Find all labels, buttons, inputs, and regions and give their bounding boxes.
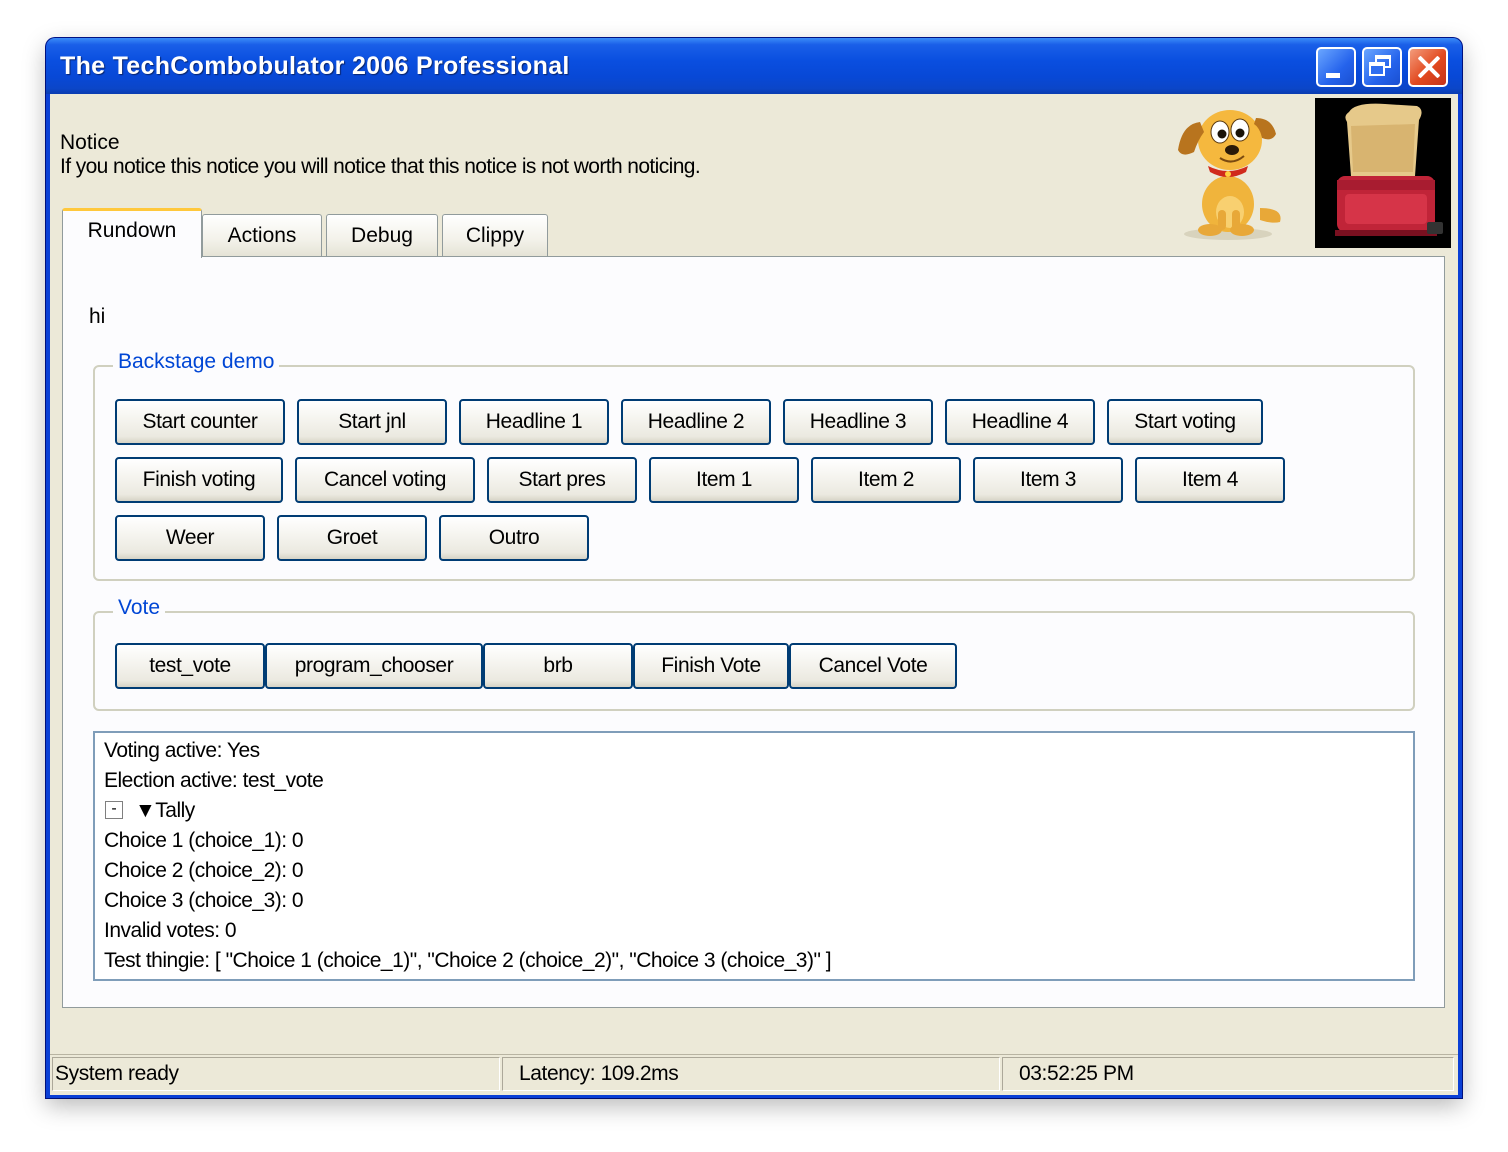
finish-vote-button[interactable]: Finish Vote [633,643,789,689]
headline-1-button[interactable]: Headline 1 [459,399,609,445]
cancel-voting-button[interactable]: Cancel voting [295,457,475,503]
invalid-votes-text: Invalid votes: 0 [104,919,237,942]
start-voting-button[interactable]: Start voting [1107,399,1263,445]
app-window: The TechCombobulator 2006 Professional N… [46,38,1462,1098]
choice-3-text: Choice 3 (choice_3): 0 [104,889,304,912]
start-counter-button[interactable]: Start counter [115,399,285,445]
cancel-vote-button[interactable]: Cancel Vote [789,643,957,689]
choice-1-text: Choice 1 (choice_1): 0 [104,829,304,852]
headline-3-button[interactable]: Headline 3 [783,399,933,445]
item-2-button[interactable]: Item 2 [811,457,961,503]
tab-debug[interactable]: Debug [326,214,438,256]
status-time: 03:52:25 PM [1002,1057,1454,1091]
client-area: Notice If you notice this notice you wil… [50,94,1458,1095]
status-state: System ready [52,1057,500,1091]
vote-legend: Vote [113,596,166,620]
minimize-button[interactable] [1316,47,1356,87]
close-button[interactable] [1408,47,1448,87]
tree-collapse-toggle[interactable]: - [105,801,123,819]
dog-mascot-icon [1178,110,1281,240]
headline-2-button[interactable]: Headline 2 [621,399,771,445]
toaster-icon [1315,98,1451,248]
status-latency: Latency: 109.2ms [502,1057,1000,1091]
brb-button[interactable]: brb [483,643,633,689]
backstage-groupbox: Backstage demo Start counter Start jnl H… [93,350,1415,581]
restore-button[interactable] [1362,47,1402,87]
start-pres-button[interactable]: Start pres [487,457,637,503]
start-jnl-button[interactable]: Start jnl [297,399,447,445]
backstage-legend: Backstage demo [113,350,280,374]
status-bar: System ready Latency: 109.2ms 03:52:25 P… [50,1054,1458,1095]
vote-groupbox: Vote test_vote program_chooser brb Finis… [93,596,1415,711]
headline-4-button[interactable]: Headline 4 [945,399,1095,445]
item-4-button[interactable]: Item 4 [1135,457,1285,503]
notice-body: If you notice this notice you will notic… [60,155,701,178]
groet-button[interactable]: Groet [277,515,427,561]
notice-title: Notice [60,131,120,154]
outro-button[interactable]: Outro [439,515,589,561]
title-bar[interactable]: The TechCombobulator 2006 Professional [46,38,1462,94]
program-chooser-button[interactable]: program_chooser [265,643,483,689]
tab-clippy[interactable]: Clippy [442,214,548,256]
tally-node[interactable]: ▼Tally [135,799,195,823]
weer-button[interactable]: Weer [115,515,265,561]
item-3-button[interactable]: Item 3 [973,457,1123,503]
tab-actions[interactable]: Actions [202,214,322,256]
test-vote-button[interactable]: test_vote [115,643,265,689]
greeting-text: hi [89,305,106,328]
election-active-text: Election active: test_vote [104,769,324,792]
rundown-panel: hi Backstage demo Start counter Start jn… [62,256,1445,1008]
choice-2-text: Choice 2 (choice_2): 0 [104,859,304,882]
finish-voting-button[interactable]: Finish voting [115,457,283,503]
vote-status-panel: Voting active: Yes Election active: test… [93,731,1415,981]
item-1-button[interactable]: Item 1 [649,457,799,503]
voting-active-text: Voting active: Yes [104,739,260,762]
tab-rundown[interactable]: Rundown [62,208,202,258]
window-title: The TechCombobulator 2006 Professional [60,52,570,80]
test-thingie-text: Test thingie: [ "Choice 1 (choice_1)", "… [104,949,832,972]
